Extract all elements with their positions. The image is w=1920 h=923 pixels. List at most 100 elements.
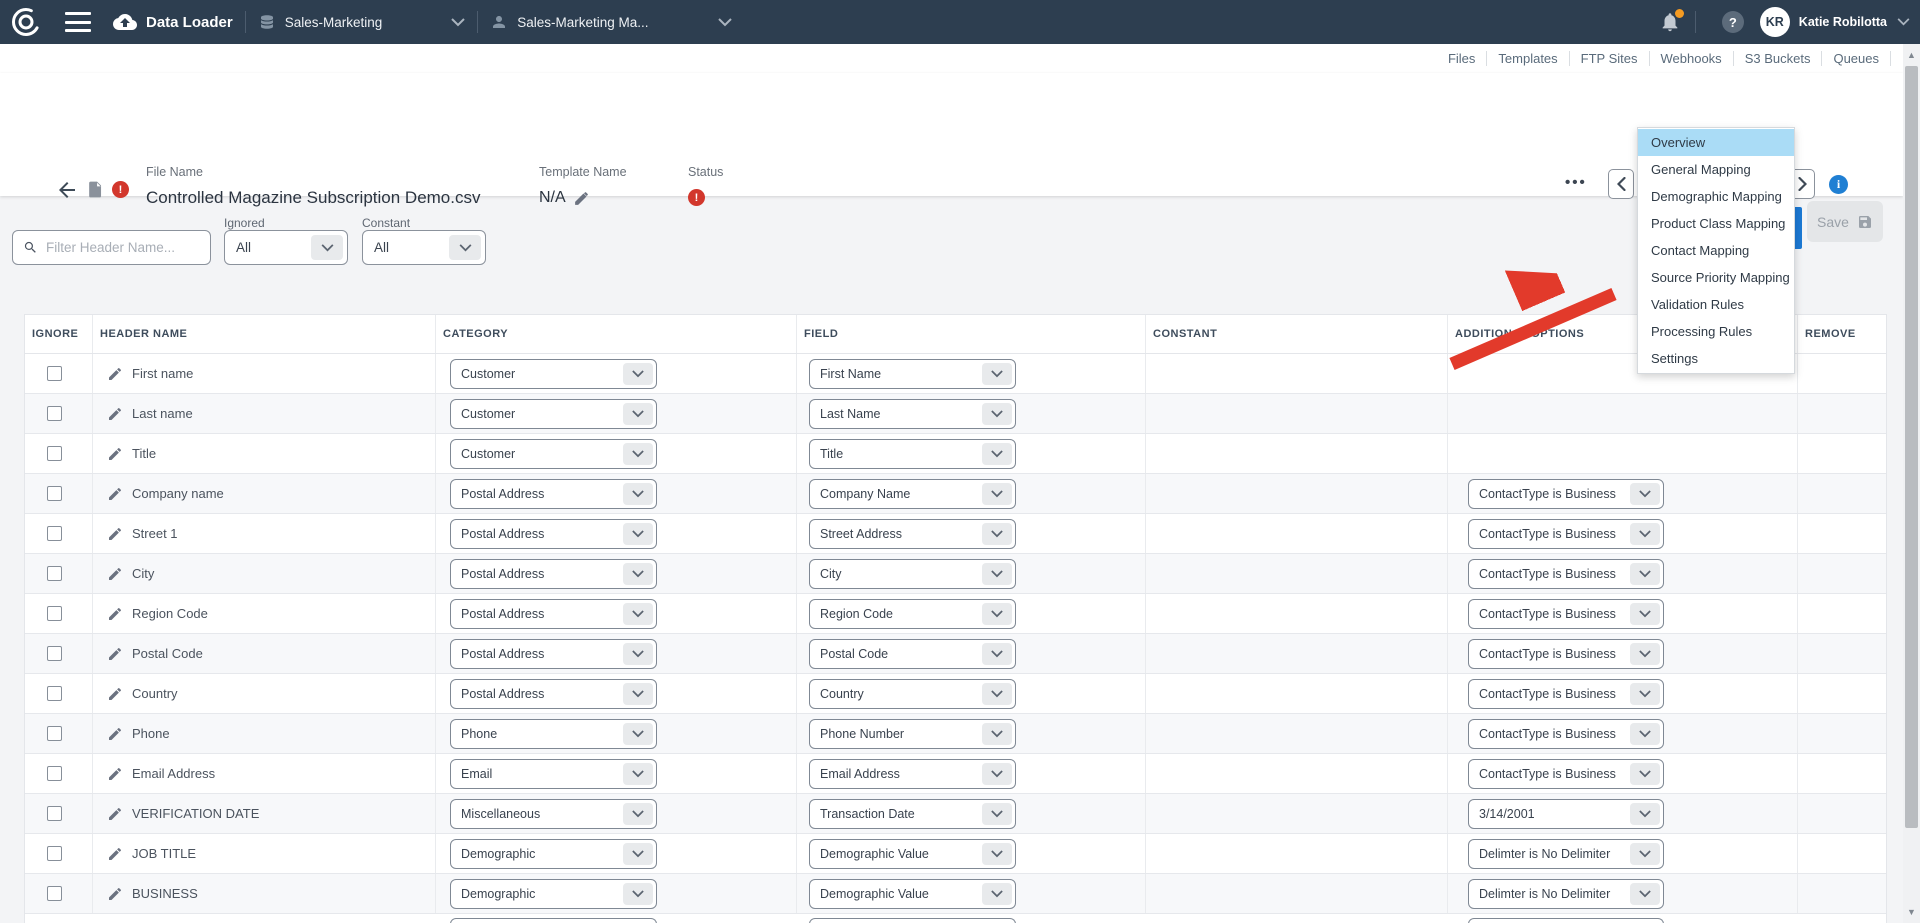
constant-filter-select[interactable]: All	[362, 230, 486, 265]
field-select[interactable]: Email Address	[809, 759, 1016, 789]
field-select[interactable]: Demographic Value	[809, 839, 1016, 869]
subnav-link[interactable]: Webhooks	[1650, 51, 1734, 66]
section-menu-item[interactable]: Processing Rules	[1638, 318, 1794, 345]
edit-pencil-icon[interactable]	[107, 406, 123, 422]
more-options-button[interactable]: •••	[1565, 174, 1587, 191]
ignore-checkbox[interactable]	[47, 726, 62, 741]
category-select[interactable]: Postal Address	[450, 679, 657, 709]
subnav-link[interactable]: Templates	[1487, 51, 1569, 66]
ignore-checkbox[interactable]	[47, 406, 62, 421]
ignore-checkbox[interactable]	[47, 766, 62, 781]
edit-pencil-icon[interactable]	[573, 190, 590, 207]
additional-options-select[interactable]: ContactType is Business	[1468, 679, 1664, 709]
ignore-checkbox[interactable]	[47, 646, 62, 661]
edit-pencil-icon[interactable]	[107, 726, 123, 742]
subnav-link[interactable]: Files	[1437, 51, 1487, 66]
database-selector[interactable]: Sales-Marketing	[258, 13, 466, 31]
app-home-link[interactable]: Data Loader	[113, 10, 233, 34]
profile-selector[interactable]: Sales-Marketing Ma...	[490, 13, 731, 31]
field-select[interactable]	[809, 918, 1016, 923]
additional-options-select[interactable]: ContactType is Business	[1468, 599, 1664, 629]
user-avatar[interactable]: KR	[1760, 7, 1790, 37]
filter-header-name-input[interactable]	[46, 240, 186, 255]
field-select[interactable]: Last Name	[809, 399, 1016, 429]
save-button[interactable]: Save	[1807, 201, 1883, 242]
additional-options-select[interactable]: 3/14/2001	[1468, 799, 1664, 829]
vertical-scrollbar[interactable]: ▲ ▼	[1903, 44, 1920, 923]
field-select[interactable]: Demographic Value	[809, 879, 1016, 909]
chevron-down-icon[interactable]	[1897, 18, 1910, 26]
hamburger-menu-icon[interactable]	[65, 12, 91, 32]
ignore-checkbox[interactable]	[47, 846, 62, 861]
subnav-link[interactable]: S3 Buckets	[1734, 51, 1823, 66]
section-menu-item[interactable]: Validation Rules	[1638, 291, 1794, 318]
category-select[interactable]: Demographic	[450, 879, 657, 909]
additional-options-select[interactable]: ContactType is Business	[1468, 719, 1664, 749]
edit-pencil-icon[interactable]	[107, 806, 123, 822]
file-error-icon[interactable]: !	[112, 181, 129, 198]
ignore-checkbox[interactable]	[47, 486, 62, 501]
additional-options-select[interactable]	[1468, 918, 1664, 923]
notifications-bell-icon[interactable]	[1659, 10, 1683, 34]
section-menu-item[interactable]: Contact Mapping	[1638, 237, 1794, 264]
section-menu-item[interactable]: Settings	[1638, 345, 1794, 372]
edit-pencil-icon[interactable]	[107, 766, 123, 782]
edit-pencil-icon[interactable]	[107, 686, 123, 702]
edit-pencil-icon[interactable]	[107, 886, 123, 902]
additional-options-select[interactable]: Delimter is No Delimiter	[1468, 879, 1664, 909]
field-select[interactable]: Street Address	[809, 519, 1016, 549]
field-select[interactable]: First Name	[809, 359, 1016, 389]
category-select[interactable]: Demographic	[450, 839, 657, 869]
category-select[interactable]: Phone	[450, 719, 657, 749]
field-select[interactable]: Title	[809, 439, 1016, 469]
additional-options-select[interactable]: Delimter is No Delimiter	[1468, 839, 1664, 869]
category-select[interactable]: Postal Address	[450, 599, 657, 629]
field-select[interactable]: Postal Code	[809, 639, 1016, 669]
category-select[interactable]: Postal Address	[450, 479, 657, 509]
ignore-checkbox[interactable]	[47, 806, 62, 821]
category-select[interactable]: Miscellaneous	[450, 799, 657, 829]
edit-pencil-icon[interactable]	[107, 646, 123, 662]
category-select[interactable]: Postal Address	[450, 519, 657, 549]
scroll-up-arrow-icon[interactable]: ▲	[1903, 47, 1920, 63]
field-select[interactable]: Region Code	[809, 599, 1016, 629]
ignore-checkbox[interactable]	[47, 526, 62, 541]
edit-pencil-icon[interactable]	[107, 526, 123, 542]
subnav-link[interactable]: Queues	[1822, 51, 1891, 66]
additional-options-select[interactable]: ContactType is Business	[1468, 519, 1664, 549]
additional-options-select[interactable]: ContactType is Business	[1468, 759, 1664, 789]
field-select[interactable]: City	[809, 559, 1016, 589]
omeda-logo[interactable]	[9, 5, 43, 39]
edit-pencil-icon[interactable]	[107, 366, 123, 382]
ignored-filter-select[interactable]: All	[224, 230, 348, 265]
section-menu-item[interactable]: General Mapping	[1638, 156, 1794, 183]
ignore-checkbox[interactable]	[47, 886, 62, 901]
field-select[interactable]: Phone Number	[809, 719, 1016, 749]
category-select[interactable]: Customer	[450, 359, 657, 389]
info-icon[interactable]: i	[1829, 175, 1848, 194]
category-select[interactable]	[450, 918, 657, 923]
edit-pencil-icon[interactable]	[107, 846, 123, 862]
scrollbar-thumb[interactable]	[1905, 66, 1918, 828]
additional-options-select[interactable]: ContactType is Business	[1468, 639, 1664, 669]
status-error-icon[interactable]: !	[688, 189, 705, 206]
previous-section-button[interactable]	[1608, 169, 1634, 199]
scroll-down-arrow-icon[interactable]: ▼	[1903, 904, 1920, 920]
field-select[interactable]: Country	[809, 679, 1016, 709]
additional-options-select[interactable]: ContactType is Business	[1468, 559, 1664, 589]
section-menu-item[interactable]: Overview	[1638, 129, 1794, 156]
document-icon[interactable]	[86, 179, 105, 200]
help-icon[interactable]: ?	[1722, 11, 1744, 33]
category-select[interactable]: Email	[450, 759, 657, 789]
subnav-link[interactable]: FTP Sites	[1570, 51, 1650, 66]
category-select[interactable]: Customer	[450, 399, 657, 429]
category-select[interactable]: Postal Address	[450, 559, 657, 589]
ignore-checkbox[interactable]	[47, 606, 62, 621]
field-select[interactable]: Transaction Date	[809, 799, 1016, 829]
section-menu-item[interactable]: Product Class Mapping	[1638, 210, 1794, 237]
edit-pencil-icon[interactable]	[107, 606, 123, 622]
category-select[interactable]: Customer	[450, 439, 657, 469]
ignore-checkbox[interactable]	[47, 686, 62, 701]
category-select[interactable]: Postal Address	[450, 639, 657, 669]
ignore-checkbox[interactable]	[47, 366, 62, 381]
